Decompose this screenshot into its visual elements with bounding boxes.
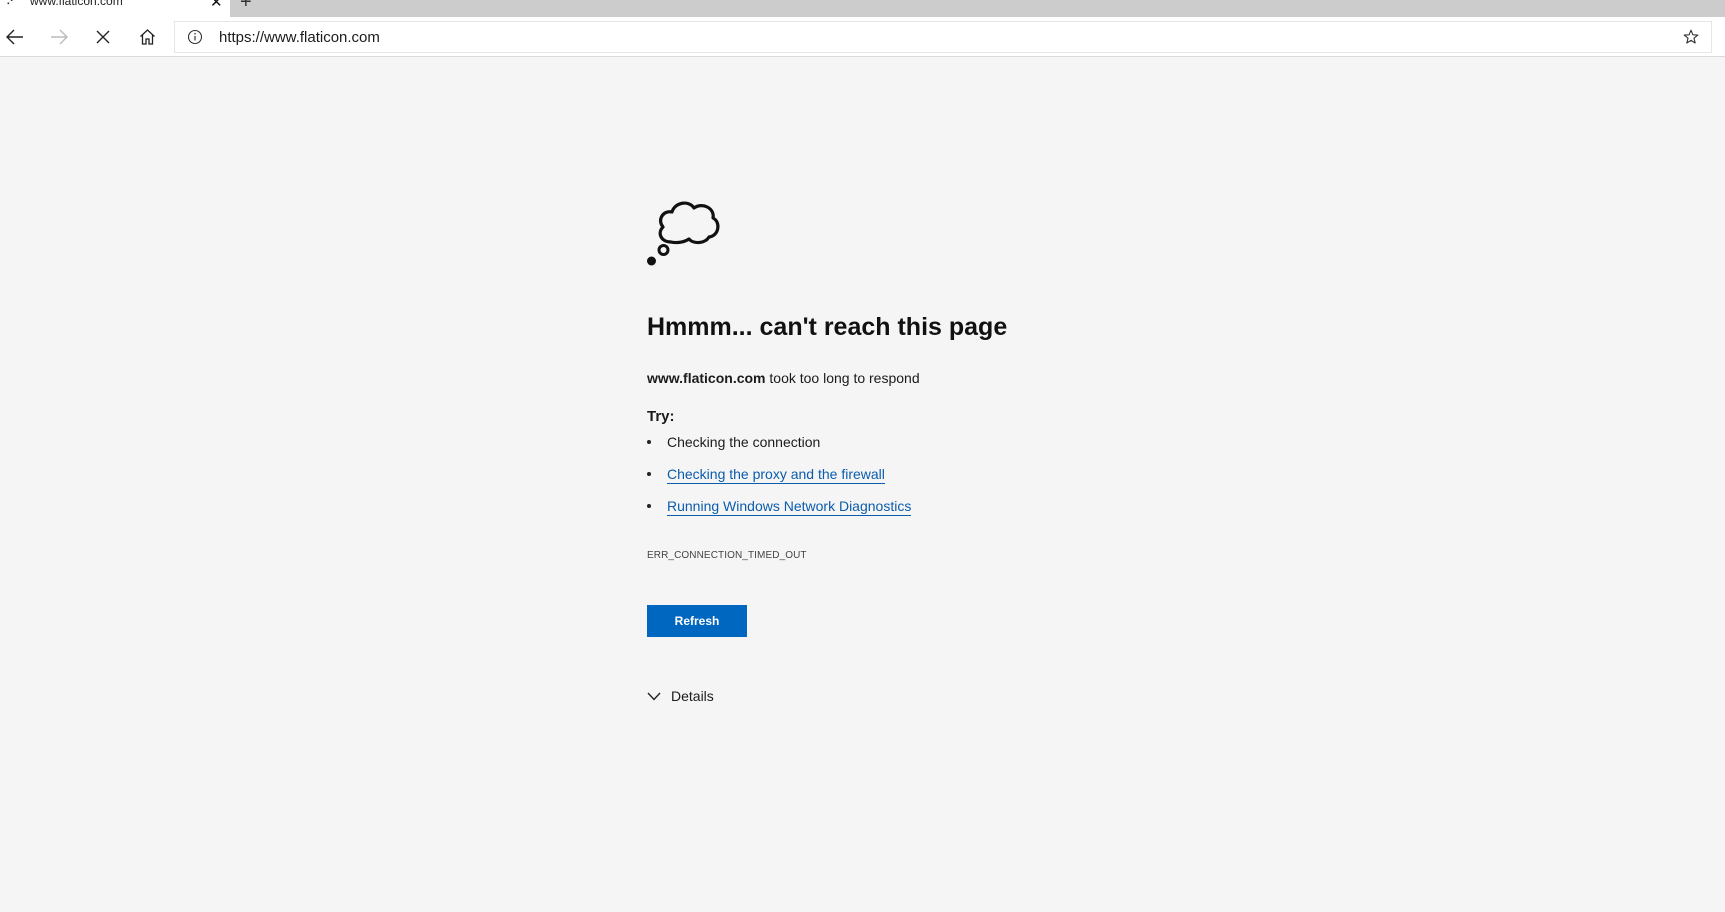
arrow-left-icon: [6, 29, 23, 45]
tab-title: www.flaticon.com: [30, 0, 123, 8]
refresh-button[interactable]: Refresh: [647, 605, 747, 637]
thought-cloud-icon: [647, 201, 720, 266]
link-proxy-firewall[interactable]: Checking the proxy and the firewall: [667, 466, 885, 484]
link-network-diagnostics[interactable]: Running Windows Network Diagnostics: [667, 498, 912, 516]
error-description: took too long to respond: [765, 370, 920, 386]
star-icon[interactable]: [1683, 29, 1699, 45]
suggestion-check-connection: Checking the connection: [667, 434, 821, 450]
bullet-icon: [647, 472, 651, 476]
close-icon: [96, 30, 110, 44]
plus-icon[interactable]: +: [240, 0, 252, 14]
details-toggle[interactable]: Details: [647, 686, 714, 706]
info-icon[interactable]: [187, 29, 203, 45]
error-message: www.flaticon.com took too long to respon…: [647, 370, 920, 386]
back-button[interactable]: [1, 25, 29, 49]
address-bar[interactable]: https://www.flaticon.com: [174, 21, 1712, 53]
tab-strip: ⠊ www.flaticon.com ✕ +: [0, 0, 1725, 17]
url-text[interactable]: https://www.flaticon.com: [219, 29, 380, 46]
forward-button[interactable]: [45, 25, 73, 49]
home-button[interactable]: [133, 25, 161, 49]
chevron-down-icon: [647, 692, 661, 701]
bullet-icon: [647, 440, 651, 444]
error-host: www.flaticon.com: [647, 370, 766, 386]
arrow-right-icon: [51, 29, 68, 45]
details-label: Details: [671, 688, 714, 704]
close-icon[interactable]: ✕: [210, 0, 223, 11]
bullet-icon: [647, 504, 651, 508]
home-icon: [139, 29, 155, 45]
tab-flaticon[interactable]: ⠊ www.flaticon.com ✕: [0, 0, 230, 17]
try-label: Try:: [647, 408, 675, 425]
page-title: Hmmm... can't reach this page: [647, 313, 1008, 341]
stop-button[interactable]: [89, 25, 117, 49]
error-code: ERR_CONNECTION_TIMED_OUT: [647, 550, 807, 561]
loading-spinner-icon: ⠊: [6, 0, 15, 11]
navigation-bar: https://www.flaticon.com: [0, 17, 1725, 57]
